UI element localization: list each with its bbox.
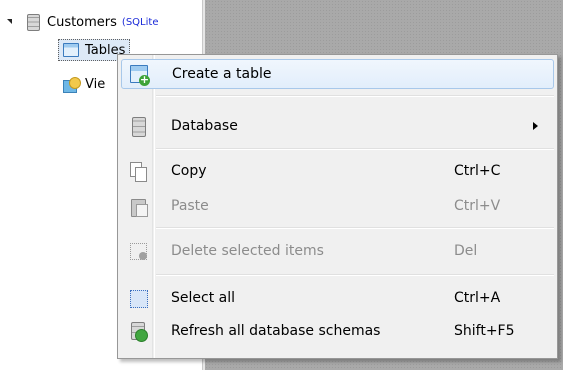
menu-separator bbox=[156, 274, 554, 276]
menu-item-shortcut: Ctrl+V bbox=[454, 198, 501, 214]
menu-item-label: Database bbox=[171, 118, 238, 134]
submenu-arrow-icon bbox=[533, 122, 538, 130]
menu-item-label: Paste bbox=[171, 198, 209, 214]
menu-item-shortcut: Del bbox=[454, 243, 478, 259]
select-all-icon bbox=[129, 289, 148, 308]
views-label: Vie bbox=[85, 76, 106, 92]
menu-item-delete-selected[interactable]: Delete selected items Del bbox=[121, 236, 554, 266]
collapse-arrow-icon[interactable] bbox=[6, 18, 15, 27]
menu-item-label: Select all bbox=[171, 290, 235, 306]
menu-separator bbox=[156, 148, 554, 150]
menu-item-label: Create a table bbox=[172, 66, 272, 82]
paste-icon bbox=[129, 197, 148, 217]
menu-item-database[interactable]: Database bbox=[121, 111, 554, 141]
refresh-icon bbox=[129, 322, 148, 342]
menu-item-shortcut: Ctrl+A bbox=[454, 290, 501, 306]
menu-item-copy[interactable]: Copy Ctrl+C bbox=[121, 156, 554, 186]
delete-icon bbox=[129, 242, 147, 260]
menu-separator bbox=[156, 95, 554, 97]
menu-item-label: Copy bbox=[171, 163, 207, 179]
menu-item-select-all[interactable]: Select all Ctrl+A bbox=[121, 283, 554, 313]
tables-icon bbox=[63, 43, 79, 57]
create-table-icon bbox=[130, 65, 150, 86]
context-menu: Create a table Database Copy Ctrl+C Past… bbox=[117, 54, 558, 359]
menu-separator bbox=[156, 227, 554, 229]
database-icon bbox=[129, 117, 147, 137]
database-name: Customers bbox=[47, 14, 117, 30]
menu-item-paste[interactable]: Paste Ctrl+V bbox=[121, 191, 554, 221]
menu-item-create-table[interactable]: Create a table bbox=[121, 59, 554, 89]
tree-node-views[interactable]: Vie bbox=[63, 74, 105, 94]
views-icon bbox=[63, 76, 81, 93]
menu-item-shortcut: Ctrl+C bbox=[454, 163, 501, 179]
menu-item-refresh-schemas[interactable]: Refresh all database schemas Shift+F5 bbox=[121, 316, 554, 346]
menu-item-label: Delete selected items bbox=[171, 243, 324, 259]
database-icon bbox=[27, 13, 40, 31]
menu-item-shortcut: Shift+F5 bbox=[454, 323, 515, 339]
menu-item-label: Refresh all database schemas bbox=[171, 323, 381, 339]
database-type-label: (SQLite bbox=[121, 16, 159, 28]
tree-node-customers[interactable]: Customers (SQLite bbox=[6, 12, 158, 32]
copy-icon bbox=[129, 162, 147, 182]
